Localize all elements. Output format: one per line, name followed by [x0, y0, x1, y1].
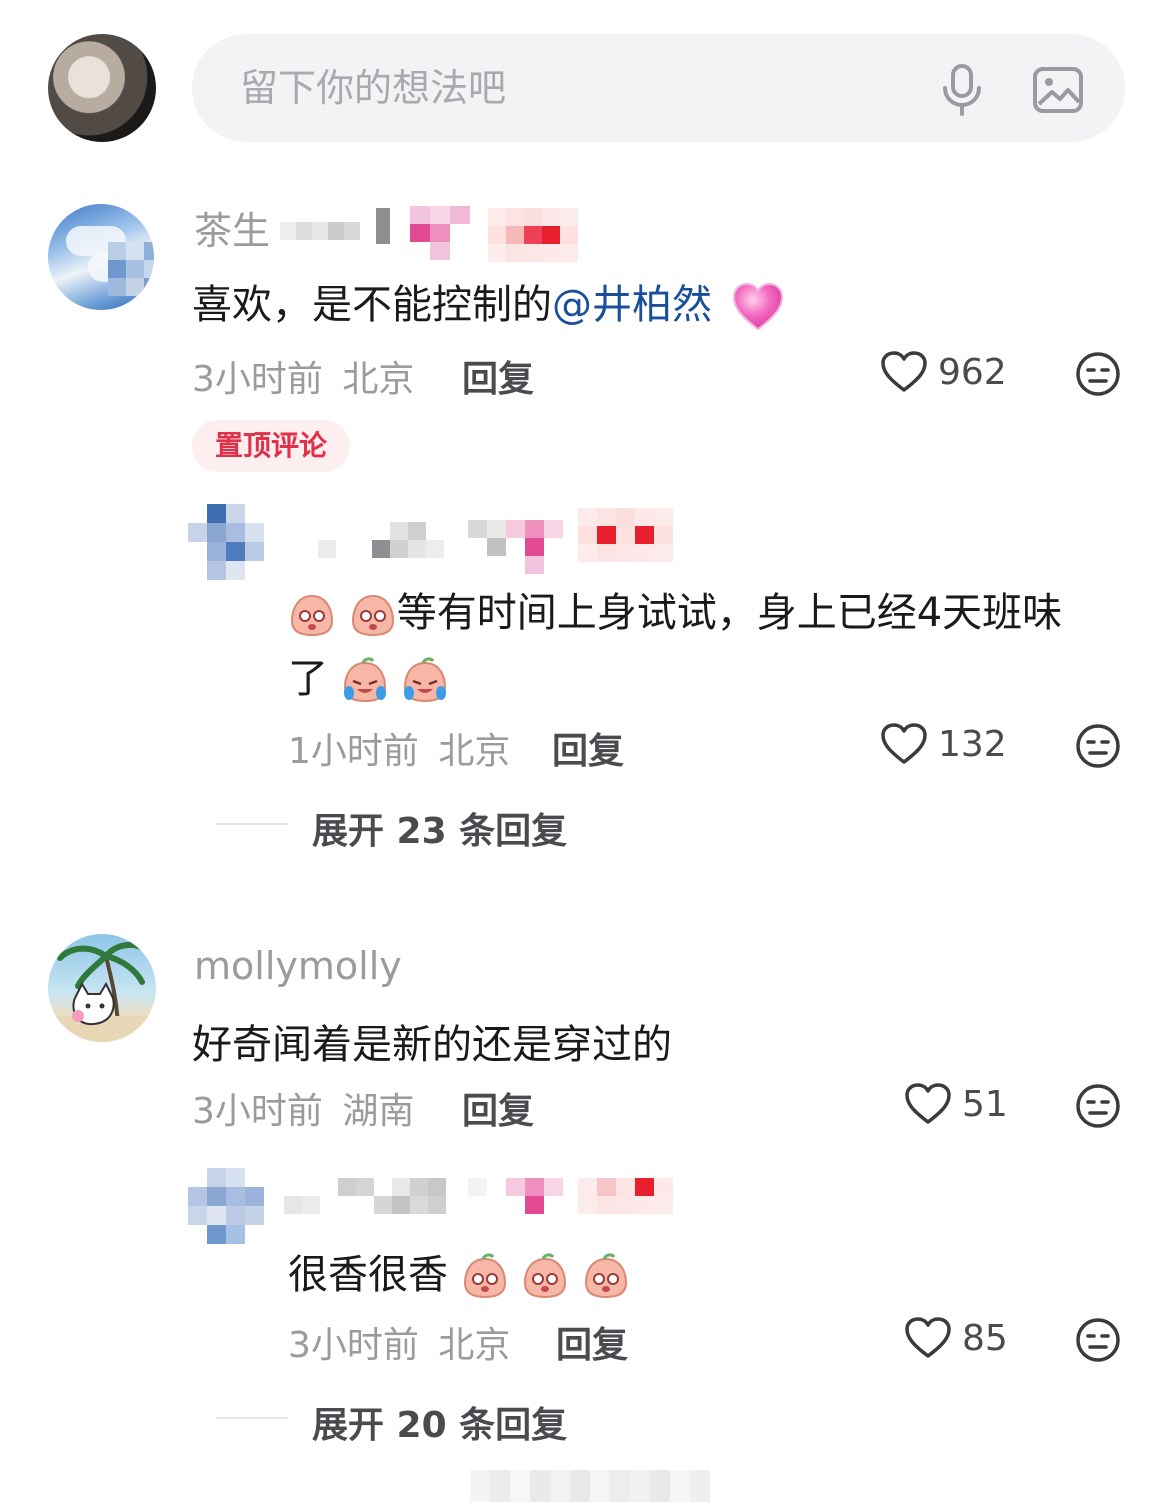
reply-text: 等有时间上身试试，身上已经4天班味 — [288, 580, 1062, 639]
reply-time: 3小时前 — [288, 1325, 419, 1366]
reply-text-line2: 了 — [288, 656, 328, 702]
reply-button[interactable]: 回复 — [552, 722, 624, 774]
peach-laughing-crying-emoji — [404, 657, 447, 703]
comment-input-bar[interactable] — [192, 34, 1125, 142]
censored-badge — [376, 208, 390, 244]
comment-text-body: 喜欢，是不能控制的 — [192, 282, 552, 328]
comment-input[interactable] — [240, 34, 880, 142]
reply-button[interactable]: 回复 — [556, 1316, 628, 1368]
reply-meta: 3小时前 北京 — [288, 1316, 510, 1368]
reply-avatar[interactable] — [188, 504, 264, 580]
dislike-face-icon[interactable] — [1074, 1082, 1122, 1130]
dislike-face-icon[interactable] — [1074, 722, 1122, 770]
comment-meta: 3小时前 湖南 — [192, 1082, 414, 1134]
like-count: 85 — [962, 1317, 1008, 1359]
pinned-badge: 置顶评论 — [192, 420, 350, 472]
username[interactable]: 茶生 — [194, 200, 270, 255]
censored-badge — [468, 1178, 563, 1214]
comment-time: 3小时前 — [192, 359, 323, 400]
comment-location: 北京 — [342, 359, 415, 400]
image-icon[interactable] — [1030, 62, 1086, 118]
username[interactable]: mollymolly — [194, 944, 402, 988]
reply-text-cont: 了 — [288, 646, 449, 705]
censored-username — [318, 522, 444, 558]
heart-icon — [905, 1083, 951, 1124]
reply-location: 北京 — [438, 1325, 511, 1366]
reply-avatar[interactable] — [188, 1168, 264, 1244]
my-avatar[interactable] — [48, 34, 156, 142]
reply-location: 北京 — [438, 731, 511, 772]
peach-crying-emoji — [524, 1253, 567, 1299]
expand-divider — [216, 823, 288, 825]
pink-heart-emoji — [732, 282, 783, 331]
mention-link[interactable]: @井柏然 — [552, 282, 712, 328]
censored-username — [284, 1178, 446, 1214]
watermark — [470, 1470, 710, 1502]
comment-meta: 3小时前 北京 — [192, 350, 414, 402]
palm-tree-cat-image — [48, 942, 156, 1042]
censored-badge — [578, 1178, 673, 1214]
heart-icon — [881, 723, 927, 764]
like-button[interactable]: 85 — [904, 1316, 1008, 1360]
dislike-face-icon[interactable] — [1074, 350, 1122, 398]
commenter-avatar[interactable] — [48, 204, 154, 310]
comment-location: 湖南 — [342, 1091, 415, 1132]
censored-badge — [578, 508, 673, 562]
commenter-avatar[interactable] — [48, 934, 156, 1042]
reply-text-body: 很香很香 — [288, 1252, 448, 1298]
like-button[interactable]: 51 — [904, 1082, 1008, 1126]
comment-time: 3小时前 — [192, 1091, 323, 1132]
like-count: 962 — [938, 351, 1007, 393]
like-count: 132 — [938, 723, 1007, 765]
like-button[interactable]: 962 — [880, 350, 1007, 394]
microphone-icon[interactable] — [932, 60, 992, 120]
censored-badge — [488, 208, 578, 262]
comment-text: 好奇闻着是新的还是穿过的 — [192, 1022, 672, 1068]
peach-crying-emoji — [463, 1253, 506, 1299]
peach-crying-emoji — [585, 1253, 628, 1299]
heart-icon — [881, 351, 927, 392]
reply-meta: 1小时前 北京 — [288, 722, 510, 774]
expand-divider — [216, 1417, 288, 1419]
heart-icon — [905, 1317, 951, 1358]
expand-replies-button[interactable]: 展开 23 条回复 — [312, 802, 567, 854]
reply-button[interactable]: 回复 — [462, 350, 534, 402]
censored-badge — [410, 206, 470, 260]
reply-button[interactable]: 回复 — [462, 1082, 534, 1134]
expand-replies-button[interactable]: 展开 20 条回复 — [312, 1396, 567, 1448]
censored-badge — [280, 222, 360, 240]
censored-badge — [468, 520, 563, 574]
reply-text-line1: 等有时间上身试试，身上已经4天班味 — [396, 590, 1063, 636]
like-count: 51 — [962, 1083, 1008, 1125]
like-button[interactable]: 132 — [880, 722, 1007, 766]
dislike-face-icon[interactable] — [1074, 1316, 1122, 1364]
peach-crying-emoji — [290, 594, 334, 637]
peach-crying-emoji — [351, 594, 394, 637]
peach-laughing-crying-emoji — [343, 657, 386, 703]
comment-text: 喜欢，是不能控制的@井柏然 — [192, 272, 785, 332]
reply-time: 1小时前 — [288, 731, 419, 772]
reply-text: 很香很香 — [288, 1242, 630, 1301]
